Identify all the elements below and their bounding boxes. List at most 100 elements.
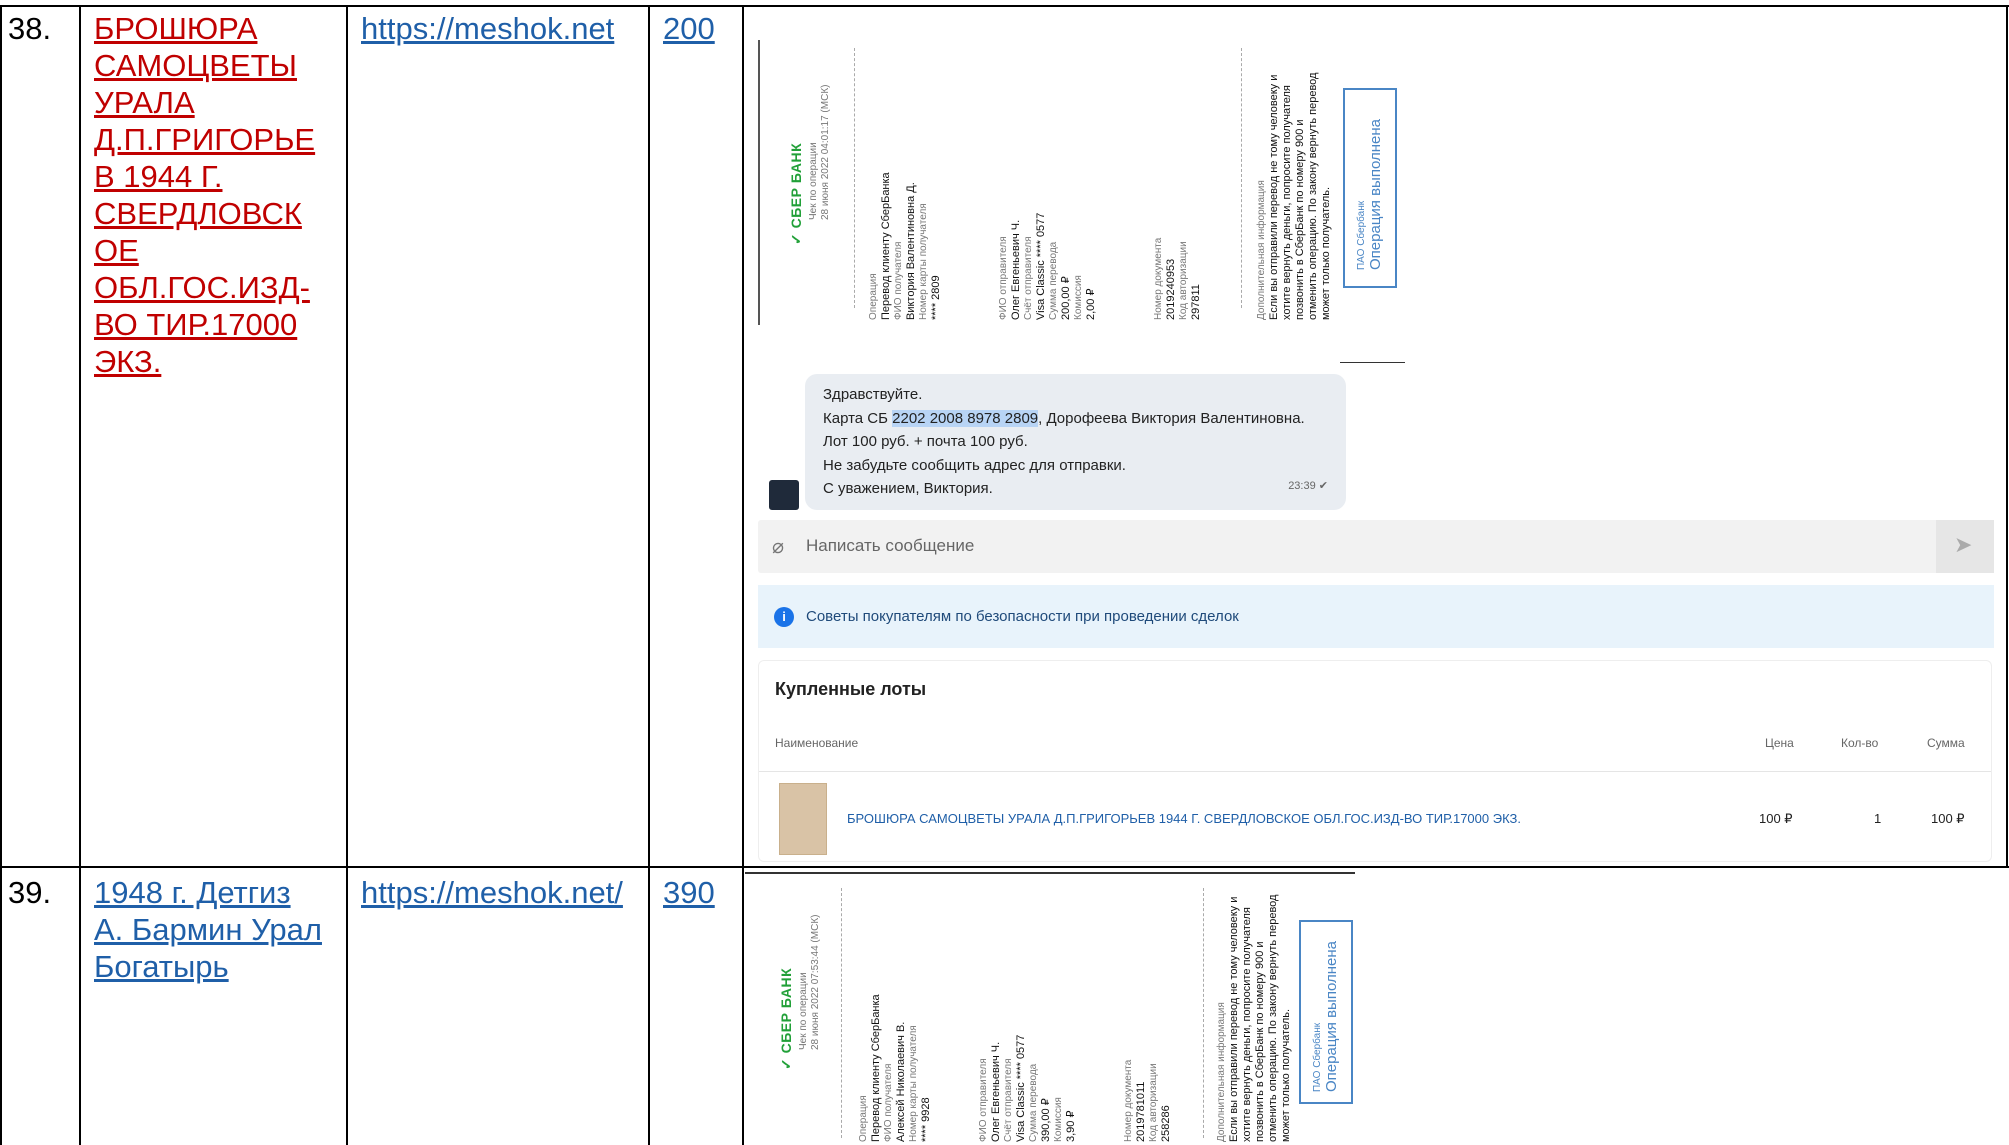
receipt-label: ФИО отправителя — [998, 236, 1009, 320]
receipt-label: ФИО получателя — [893, 241, 904, 320]
receipt-value: 258286 — [1160, 1105, 1172, 1142]
lot-title-line: ЭКЗ. — [94, 344, 162, 379]
receipt-value: Visa Classic **** 0577 — [1035, 212, 1047, 320]
site-link[interactable]: https://meshok.net/ — [361, 874, 623, 911]
chat-line: Здравствуйте. — [823, 386, 923, 403]
price-link[interactable]: 200 — [663, 10, 715, 47]
chat-line: С уважением, Виктория. — [823, 480, 993, 497]
send-icon: ➤ — [1954, 532, 1973, 557]
receipt-label: Код авторизации — [1178, 241, 1189, 320]
lot-title-line: БРОШЮРА — [94, 11, 258, 46]
receipt-value: отменить операцию. По закону вернуть пер… — [1267, 894, 1279, 1142]
lot-title-link[interactable]: 1948 г. Детгиз А. Бармин Урал Богатырь — [94, 874, 344, 985]
column-header: Цена — [1765, 736, 1794, 750]
item-price: 100 ₽ — [1759, 811, 1793, 826]
chat-bubble: Здравствуйте. Карта СБ 2202 2008 8978 28… — [805, 374, 1346, 510]
lot-title-line: А. Бармин Урал — [94, 912, 322, 947]
receipt-label: Чек по операции — [798, 972, 809, 1050]
chat-line: Не забудьте сообщить адрес для отправки. — [823, 456, 1126, 474]
receipt-value: Олег Евгеньевич Ч. — [990, 1041, 1002, 1142]
table-col-divider — [742, 5, 744, 1145]
site-link[interactable]: https://meshok.net — [361, 10, 614, 47]
receipt-value: **** 2809 — [930, 275, 942, 320]
lot-title-line: ОБЛ.ГОС.ИЗД- — [94, 270, 310, 305]
receipt-value: 200,00 ₽ — [1060, 276, 1072, 320]
receipt-value: Если вы отправили перевод не тому челове… — [1268, 74, 1280, 320]
receipt-value: Перевод клиенту СберБанка — [870, 994, 882, 1142]
purchased-lots-title: Купленные лоты — [775, 679, 927, 699]
table-row-divider — [0, 866, 2009, 868]
receipt-value: Visa Classic **** 0577 — [1015, 1034, 1027, 1142]
receipt-value: позвонить в СберБанк по номеру 900 и — [1254, 941, 1266, 1142]
table-border-left — [0, 5, 2, 1145]
receipt-label: Номер документа — [1123, 1059, 1134, 1142]
receipt-label: Чек по операции — [808, 142, 819, 220]
lot-title-line: ОЕ — [94, 233, 139, 268]
receipt-value: **** 9928 — [920, 1097, 932, 1142]
receipt-value: 2,00 ₽ — [1085, 288, 1097, 320]
receipt-value: 2019240953 — [1165, 258, 1177, 320]
receipt-value: 2019781011 — [1135, 1081, 1147, 1142]
column-header: Наименование — [775, 736, 859, 750]
check-icon: ✓ — [788, 228, 804, 245]
sber-logo: ✓ СБЕР БАНК — [778, 967, 794, 1070]
receipt-value: 3,90 ₽ — [1065, 1110, 1077, 1142]
receipt-value: позвонить в СберБанк по номеру 900 и — [1294, 119, 1306, 320]
lot-title-line: САМОЦВЕТЫ — [94, 48, 297, 83]
message-input[interactable]: ⌀ Написать сообщение ➤ — [758, 520, 1994, 573]
receipt-pao: ПАО Сбербанк — [1356, 200, 1367, 270]
sber-receipt: ✓ СБЕР БАНК Чек по операции 28 июня 2022… — [758, 40, 1398, 325]
lot-title-line: Д.П.ГРИГОРЬЕ — [94, 122, 316, 157]
column-header: Кол-во — [1841, 736, 1879, 750]
send-button[interactable]: ➤ — [1936, 520, 1994, 573]
receipt-value: Если вы отправили перевод не тому челове… — [1228, 896, 1240, 1142]
table-col-divider — [346, 5, 348, 1145]
receipt-label: Номер карты получателя — [918, 203, 929, 320]
receipt-value: может только получатель. — [1280, 1008, 1292, 1142]
receipt-date: 28 июня 2022 07:53:44 (МСК) — [810, 914, 821, 1050]
receipt-value: 297811 — [1190, 284, 1202, 320]
receipt-value: Олег Евгеньевич Ч. — [1010, 219, 1022, 320]
receipt-status: Операция выполнена — [1367, 119, 1384, 270]
receipt-label: ФИО отправителя — [978, 1058, 989, 1142]
receipt-label: Счёт отправителя — [1003, 1058, 1014, 1142]
chat-avatar — [769, 480, 799, 510]
row-number: 39. — [8, 875, 52, 910]
lot-title-line: В 1944 Г. — [94, 159, 223, 194]
receipt-label: Комиссия — [1053, 1097, 1064, 1142]
purchased-item-link[interactable]: БРОШЮРА САМОЦВЕТЫ УРАЛА Д.П.ГРИГОРЬЕВ 19… — [847, 811, 1521, 826]
receipt-label: Дополнительная информация — [1216, 1002, 1227, 1142]
receipt-value: Перевод клиенту СберБанка — [880, 172, 892, 320]
price-link[interactable]: 390 — [663, 874, 715, 911]
receipt-value: хотите вернуть деньги, попросите получат… — [1281, 85, 1293, 320]
receipt-label: Номер карты получателя — [908, 1025, 919, 1142]
item-qty: 1 — [1874, 811, 1882, 826]
safety-tips-banner[interactable]: i Советы покупателям по безопасности при… — [758, 585, 1994, 648]
receipt-value: может только получатель. — [1320, 186, 1332, 320]
receipt-label: Комиссия — [1073, 275, 1084, 320]
receipt-label: Код авторизации — [1148, 1063, 1159, 1142]
row-number: 38. — [8, 11, 52, 46]
table-border-top — [0, 5, 2009, 7]
info-icon: i — [774, 607, 794, 627]
receipt-label: Счёт отправителя — [1023, 236, 1034, 320]
receipt-pao: ПАО Сбербанк — [1312, 1022, 1323, 1092]
double-check-icon: ✔ — [1318, 479, 1328, 492]
paperclip-icon[interactable]: ⌀ — [772, 534, 784, 559]
lot-title-line: УРАЛА — [94, 85, 195, 120]
receipt-label: Сумма перевода — [1028, 1063, 1039, 1142]
receipt-label: Дополнительная информация — [1256, 180, 1267, 320]
receipt-label: ФИО получателя — [883, 1063, 894, 1142]
item-thumbnail[interactable] — [779, 783, 827, 855]
receipt-label: Операция — [858, 1095, 869, 1142]
table-border-right — [2006, 5, 2008, 866]
lot-title-line: 1948 г. Детгиз — [94, 875, 291, 910]
lot-title-link[interactable]: БРОШЮРА САМОЦВЕТЫ УРАЛА Д.П.ГРИГОРЬЕ В 1… — [94, 10, 344, 380]
chat-time: 23:39 — [1288, 479, 1316, 492]
receipt-value: Виктория Валентиновна Д. — [905, 182, 917, 320]
purchased-lots-panel: Купленные лоты Наименование Цена Кол-во … — [758, 660, 1992, 862]
sber-receipt: ✓ СБЕР БАНК Чек по операции 28 июня 2022… — [758, 880, 1398, 1142]
lot-title-line: СВЕРДЛОВСК — [94, 196, 302, 231]
chat-line: Лот 100 руб. + почта 100 руб. — [823, 433, 1028, 450]
chat-line: Карта СБ 2202 2008 8978 2809, Дорофеева … — [823, 409, 1305, 427]
